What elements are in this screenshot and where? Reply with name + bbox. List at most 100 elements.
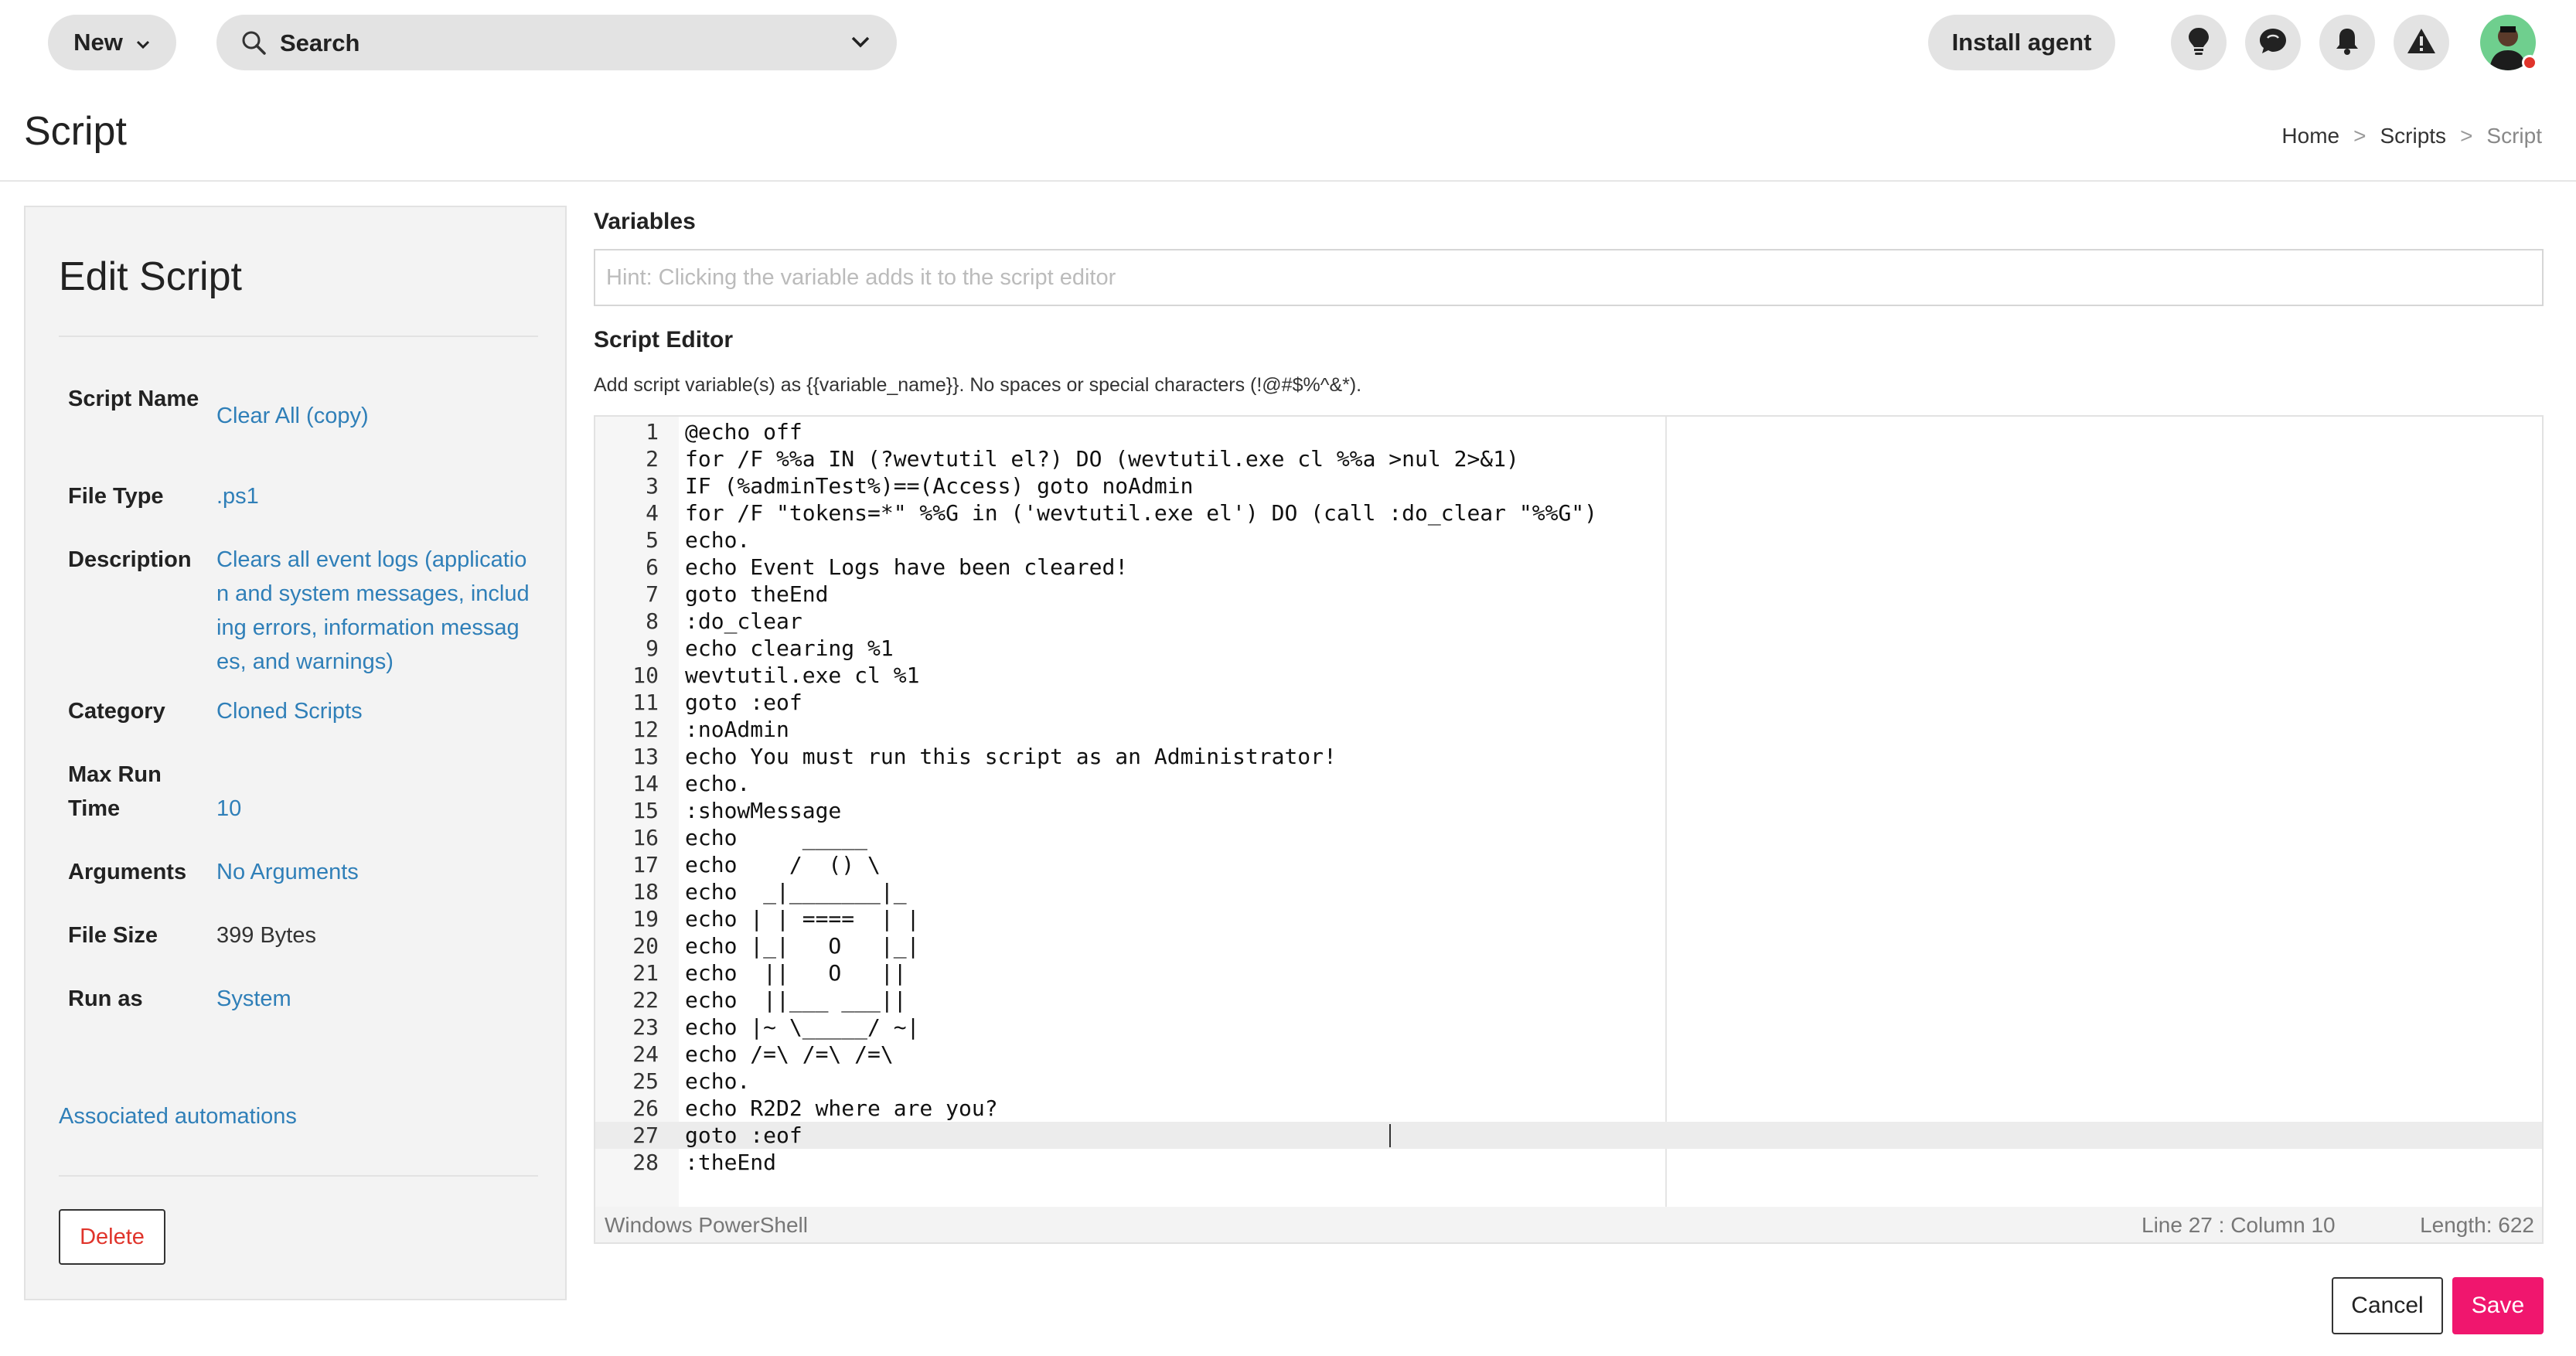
code-text[interactable]: :theEnd: [685, 1149, 776, 1176]
code-line[interactable]: 20 echo |_| O |_|: [595, 932, 2528, 959]
code-line[interactable]: 12 :noAdmin: [595, 716, 2528, 743]
code-text[interactable]: echo _____: [685, 824, 867, 851]
code-line[interactable]: 14 echo.: [595, 770, 2528, 797]
code-line[interactable]: 18 echo _|_______|_: [595, 878, 2528, 905]
code-line[interactable]: 7 goto theEnd: [595, 581, 2528, 608]
field-value[interactable]: No Arguments: [216, 855, 530, 889]
chat-button[interactable]: [2245, 15, 2301, 70]
field-label: File Size: [68, 923, 158, 948]
code-text[interactable]: for /F "tokens=*" %%G in ('wevtutil.exe …: [685, 499, 1597, 526]
code-text[interactable]: echo R2D2 where are you?: [685, 1095, 998, 1122]
associated-automations-link[interactable]: Associated automations: [59, 1104, 297, 1129]
delete-button[interactable]: Delete: [59, 1209, 165, 1265]
alerts-button[interactable]: [2394, 15, 2449, 70]
code-line[interactable]: 11 goto :eof: [595, 689, 2528, 716]
code-editor[interactable]: 1 @echo off 2 for /F %%a IN (?wevtutil el?)…: [594, 415, 2544, 1244]
line-number: 13: [632, 744, 659, 769]
code-text[interactable]: :showMessage: [685, 797, 841, 824]
code-line[interactable]: 23 echo |~ \_____/ ~|: [595, 1014, 2528, 1041]
code-line[interactable]: 3 IF (%adminTest%)==(Access) goto noAdmin: [595, 472, 2528, 499]
breadcrumb: Home > Scripts > Script: [2281, 124, 2542, 148]
line-number: 4: [646, 500, 659, 526]
code-line[interactable]: 22 echo ||___ ___||: [595, 986, 2528, 1014]
line-number: 10: [632, 663, 659, 688]
code-line[interactable]: 16 echo _____: [595, 824, 2528, 851]
code-line[interactable]: 5 echo.: [595, 526, 2528, 554]
search-label: Search: [280, 29, 360, 56]
install-agent-button[interactable]: Install agent: [1928, 15, 2115, 70]
code-line[interactable]: 27 goto :eof: [595, 1122, 2528, 1149]
code-line[interactable]: 1 @echo off: [595, 418, 2528, 445]
code-text[interactable]: echo.: [685, 770, 750, 797]
code-line[interactable]: 6 echo Event Logs have been cleared!: [595, 554, 2528, 581]
lightbulb-button[interactable]: [2171, 15, 2227, 70]
variables-input[interactable]: [594, 249, 2544, 306]
code-line[interactable]: 9 echo clearing %1: [595, 635, 2528, 662]
breadcrumb-scripts[interactable]: Scripts: [2380, 124, 2446, 148]
script-editor-label: Script Editor: [594, 327, 734, 353]
notifications-button[interactable]: [2319, 15, 2375, 70]
field-value[interactable]: 10: [216, 792, 530, 826]
code-text[interactable]: wevtutil.exe cl %1: [685, 662, 919, 689]
line-number: 26: [632, 1095, 659, 1121]
code-text[interactable]: goto theEnd: [685, 581, 828, 608]
code-line[interactable]: 4 for /F "tokens=*" %%G in ('wevtutil.exe…: [595, 499, 2528, 526]
code-line[interactable]: 8:do_clear: [595, 608, 2528, 635]
script-editor-hint: Add script variable(s) as {{variable_nam…: [594, 374, 1362, 396]
code-line[interactable]: 24 echo /=\ /=\ /=\: [595, 1041, 2528, 1068]
code-line[interactable]: 28:theEnd: [595, 1149, 2528, 1176]
line-number: 19: [632, 906, 659, 932]
code-text[interactable]: echo _|_______|_: [685, 878, 907, 905]
field-value[interactable]: .ps1: [216, 479, 530, 513]
code-line[interactable]: 26 echo R2D2 where are you?: [595, 1095, 2528, 1122]
new-button[interactable]: New: [48, 15, 176, 70]
code-text[interactable]: @echo off: [685, 418, 802, 445]
code-line[interactable]: 2 for /F %%a IN (?wevtutil el?) DO (wevtu…: [595, 445, 2528, 472]
code-text[interactable]: IF (%adminTest%)==(Access) goto noAdmin: [685, 472, 1193, 499]
code-text[interactable]: echo Event Logs have been cleared!: [685, 554, 1128, 581]
code-text[interactable]: echo |_| O |_|: [685, 932, 919, 959]
code-text[interactable]: for /F %%a IN (?wevtutil el?) DO (wevtut…: [685, 445, 1519, 472]
save-button[interactable]: Save: [2452, 1277, 2544, 1334]
field-value: 399 Bytes: [216, 923, 316, 948]
code-line[interactable]: 21 echo || O ||: [595, 959, 2528, 986]
install-agent-label: Install agent: [1951, 29, 2092, 56]
code-text[interactable]: :noAdmin: [685, 716, 789, 743]
chevron-down-icon[interactable]: [849, 32, 872, 57]
code-text[interactable]: goto :eof: [685, 689, 802, 716]
line-number: 1: [646, 419, 659, 445]
code-line[interactable]: 10 wevtutil.exe cl %1: [595, 662, 2528, 689]
line-number: 22: [632, 987, 659, 1013]
field-value[interactable]: System: [216, 982, 530, 1016]
code-text[interactable]: :do_clear: [685, 608, 802, 635]
code-line[interactable]: 25 echo.: [595, 1068, 2528, 1095]
code-text[interactable]: echo | | ==== | |: [685, 905, 919, 932]
code-text[interactable]: echo ||___ ___||: [685, 986, 907, 1014]
code-line[interactable]: 19 echo | | ==== | |: [595, 905, 2528, 932]
status-dot: [2522, 55, 2537, 70]
code-line[interactable]: 15:showMessage: [595, 797, 2528, 824]
document-length: Length: 622: [2420, 1213, 2534, 1237]
text-cursor: [1389, 1124, 1391, 1147]
line-number: 17: [632, 852, 659, 877]
code-text[interactable]: echo / () \: [685, 851, 881, 878]
lightbulb-icon: [2186, 26, 2212, 60]
code-text[interactable]: echo clearing %1: [685, 635, 894, 662]
code-text[interactable]: echo || O ||: [685, 959, 907, 986]
line-number: 12: [632, 717, 659, 742]
editor-status-bar: Windows PowerShell Line 27 : Column 10 L…: [595, 1207, 2542, 1242]
code-text[interactable]: echo.: [685, 1068, 750, 1095]
code-text[interactable]: echo You must run this script as an Admi…: [685, 743, 1337, 770]
field-value[interactable]: Clears all event logs (application and s…: [216, 543, 530, 679]
code-line[interactable]: 17 echo / () \: [595, 851, 2528, 878]
field-value[interactable]: Clear All (copy): [216, 399, 530, 433]
search-bar[interactable]: Search: [216, 15, 897, 70]
code-text[interactable]: echo |~ \_____/ ~|: [685, 1014, 919, 1041]
code-text[interactable]: goto :eof: [685, 1122, 802, 1149]
code-line[interactable]: 13 echo You must run this script as an Ad…: [595, 743, 2528, 770]
breadcrumb-home[interactable]: Home: [2281, 124, 2339, 148]
code-text[interactable]: echo.: [685, 526, 750, 554]
cancel-button[interactable]: Cancel: [2332, 1277, 2443, 1334]
field-value[interactable]: Cloned Scripts: [216, 694, 530, 728]
code-text[interactable]: echo /=\ /=\ /=\: [685, 1041, 894, 1068]
